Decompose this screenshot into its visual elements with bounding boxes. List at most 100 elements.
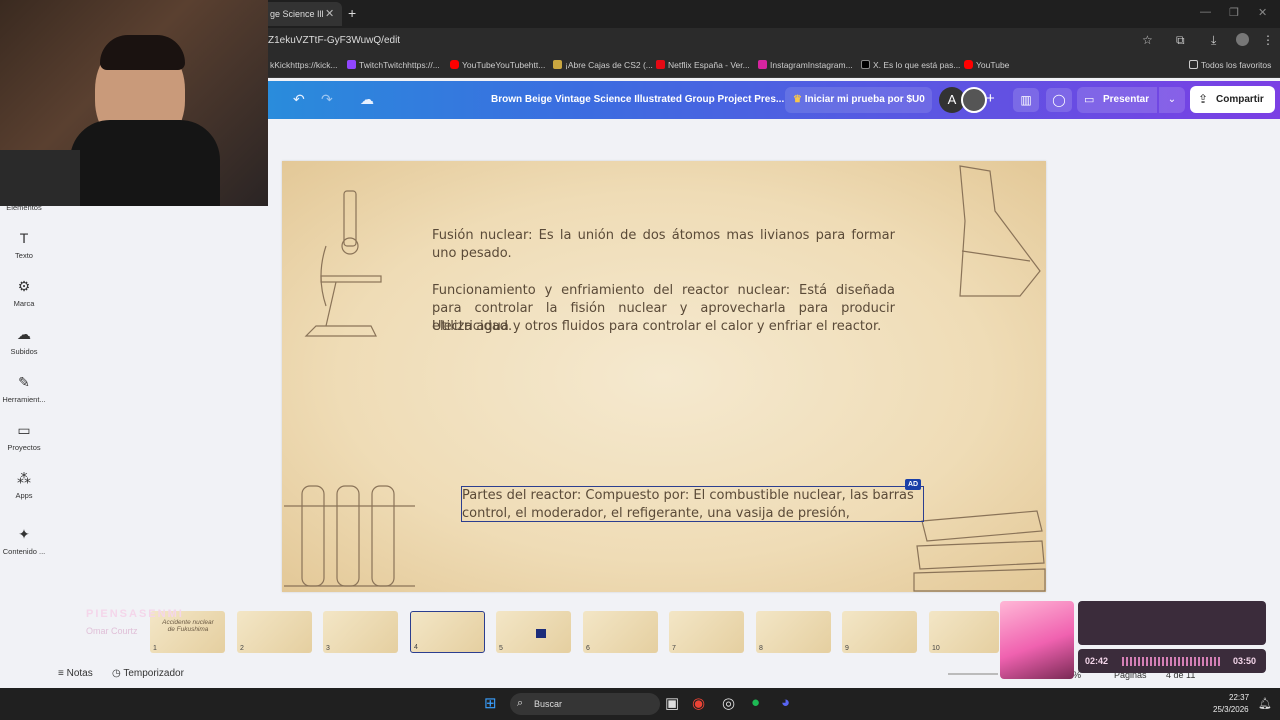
task-view-icon[interactable]: ▣ <box>665 694 679 712</box>
pen-icon: ✎ <box>18 374 30 390</box>
brand-icon: ⚙ <box>17 278 31 294</box>
close-window-icon[interactable]: ✕ <box>1258 6 1267 19</box>
music-widget <box>1000 601 1266 685</box>
webcam-shirt <box>70 120 220 206</box>
search-icon: ⌕ <box>517 697 524 709</box>
comment-icon[interactable]: ◯ <box>1046 88 1072 112</box>
add-collaborator-icon[interactable]: + <box>986 90 995 107</box>
page-thumbnail-5[interactable]: 5 <box>496 611 571 653</box>
new-tab-icon[interactable]: + <box>348 5 356 21</box>
url-field[interactable]: Z1ekuVZTtF-GyF3WuwQ/edit <box>268 35 400 46</box>
sidebar-item-tools[interactable]: ✎ Herramient... <box>0 374 48 404</box>
clock-date: 25/3/2026 <box>1213 705 1249 714</box>
song-current-time: 02:42 <box>1085 656 1109 666</box>
start-trial-button[interactable]: ♛ Iniciar mi prueba por $U0 <box>785 87 932 113</box>
notification-icon[interactable]: 🔔︎ <box>1258 697 1272 710</box>
timer-button[interactable]: ◷ Temporizador <box>112 668 184 679</box>
timer-icon: ◷ <box>112 668 124 679</box>
bookmark-netflix[interactable]: Netflix España - Ver... <box>656 60 750 70</box>
app-icon[interactable]: ◎ <box>722 694 735 712</box>
youtube-icon <box>964 60 973 69</box>
microscope-illustration <box>304 190 382 337</box>
sidebar-item-apps[interactable]: ⁂ Apps <box>0 470 48 500</box>
folder-icon: ▭ <box>17 422 31 438</box>
profile-avatar[interactable] <box>1236 33 1249 46</box>
webcam-hair <box>100 35 185 70</box>
selected-textbox[interactable]: Partes del reactor: Compuesto por: El co… <box>461 479 925 523</box>
page-thumbnail-6[interactable]: 6 <box>583 611 658 653</box>
youtube-icon <box>450 60 459 69</box>
cs2-icon <box>553 60 562 69</box>
maximize-icon[interactable]: ❐ <box>1229 6 1239 19</box>
bookmark-cs2[interactable]: ¡Abre Cajas de CS2 (... <box>553 60 653 70</box>
share-icon: ⇪ <box>1198 92 1209 106</box>
avatar-photo[interactable] <box>961 87 987 113</box>
test-tubes-illustration <box>284 485 415 587</box>
song-title: PIENSASENMI <box>86 608 184 620</box>
album-art <box>1000 601 1074 679</box>
slide-canvas[interactable]: Fusión nuclear: Es la unión de dos átomo… <box>282 161 1046 592</box>
minimize-icon[interactable]: — <box>1200 6 1211 18</box>
audio-waveform <box>1122 657 1222 666</box>
text-icon: T <box>19 230 29 246</box>
page-thumbnail-8[interactable]: 8 <box>756 611 831 653</box>
collaborator-badge: AD <box>905 479 922 490</box>
extensions-icon[interactable]: ⧉ <box>1176 33 1185 48</box>
slide-text-fusion[interactable]: Fusión nuclear: Es la unión de dos átomo… <box>432 227 895 263</box>
windows-start-icon[interactable]: ⊞ <box>484 694 497 712</box>
books-illustration <box>913 510 1046 592</box>
page-thumbnail-10[interactable]: 10 <box>929 611 999 653</box>
download-icon[interactable]: ⤓ <box>1211 33 1216 48</box>
instagram-icon <box>758 60 767 69</box>
discord-icon[interactable]: ◕ <box>781 694 790 711</box>
slide-text-cooling[interactable]: Utiliza agua y otros fluidos para contro… <box>432 318 895 336</box>
bookmark-youtube-1[interactable]: YouTubeYouTubehtt... <box>450 60 545 70</box>
sidebar-item-brand[interactable]: ⚙ Marca <box>0 278 48 308</box>
spotify-icon[interactable]: ● <box>751 694 760 711</box>
document-title[interactable]: Brown Beige Vintage Science Illustrated … <box>491 94 784 105</box>
tab-title: ge Science Ill <box>270 9 324 19</box>
page-thumbnail-9[interactable]: 9 <box>842 611 917 653</box>
page-thumbnail-7[interactable]: 7 <box>669 611 744 653</box>
crown-icon: ♛ <box>793 94 805 105</box>
sidebar-item-magic[interactable]: ✦ Contenido ... <box>0 526 48 556</box>
all-favorites[interactable]: Todos los favoritos <box>1189 60 1271 70</box>
thumb-image <box>536 629 546 638</box>
clock-time: 22:37 <box>1229 693 1250 702</box>
bookmark-star-icon[interactable]: ☆ <box>1142 33 1153 47</box>
taskbar-search[interactable]: Buscar <box>510 693 660 715</box>
bookmark-kick[interactable]: kKickhttps://kick... <box>270 60 338 70</box>
bookmark-twitch[interactable]: TwitchTwitchhttps://... <box>347 60 440 70</box>
undo-icon[interactable]: ↶ <box>293 91 305 108</box>
page-thumbnail-2[interactable]: 2 <box>237 611 312 653</box>
present-icon: ▭ <box>1084 94 1095 106</box>
present-dropdown[interactable]: ⌄ <box>1159 87 1185 113</box>
song-artist: Omar Courtz <box>86 626 138 636</box>
insights-icon[interactable]: ▥ <box>1013 88 1039 112</box>
x-icon <box>861 60 870 69</box>
page-thumbnail-4[interactable]: 4 <box>410 611 485 653</box>
bookmark-instagram[interactable]: InstagramInstagram... <box>758 60 853 70</box>
bookmark-youtube-2[interactable]: YouTube <box>964 60 1009 70</box>
sidebar-item-text[interactable]: T Texto <box>0 230 48 260</box>
chrome-icon[interactable]: ◉ <box>692 694 705 712</box>
notes-button[interactable]: ≡ Notas <box>58 668 93 679</box>
redo-icon[interactable]: ↷ <box>321 91 333 108</box>
sidebar-item-uploads[interactable]: ☁ Subidos <box>0 326 48 356</box>
menu-dots-icon[interactable]: ⋮ <box>1262 33 1274 47</box>
twitch-icon <box>347 60 356 69</box>
tab-close-icon[interactable]: ✕ <box>325 7 334 20</box>
music-info-panel <box>1078 601 1266 645</box>
folder-icon <box>1189 60 1198 69</box>
webcam-desk <box>0 150 80 206</box>
page-thumbnail-3[interactable]: 3 <box>323 611 398 653</box>
webcam-overlay <box>0 0 268 206</box>
cloud-saved-icon[interactable]: ☁ <box>360 91 374 108</box>
netflix-icon <box>656 60 665 69</box>
slide-text-reactor-parts[interactable]: Partes del reactor: Compuesto por: El co… <box>462 487 925 523</box>
bookmark-x[interactable]: X. Es lo que está pas... <box>861 60 960 70</box>
apps-icon: ⁂ <box>17 470 31 486</box>
sidebar-item-projects[interactable]: ▭ Proyectos <box>0 422 48 452</box>
flask-illustration <box>959 165 1041 297</box>
zoom-slider[interactable] <box>948 673 998 675</box>
